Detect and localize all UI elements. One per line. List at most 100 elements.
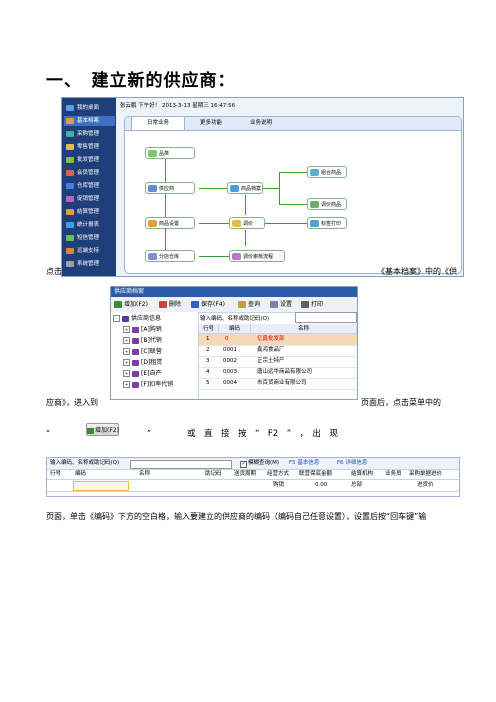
- menu-icon: [66, 208, 74, 215]
- para3-middle: 或 直 接 按 “ F2 ” ， 出 现: [187, 429, 338, 439]
- para4: 页面，单击《编码》下方的空白格，输入要建立的供应商的编码（编码自己任意设置），设…: [46, 512, 427, 521]
- sidebar-item-label: 我的桌面: [77, 105, 100, 111]
- sidebar-item[interactable]: 零售管理: [64, 142, 115, 152]
- sidebar-item[interactable]: 统计报表: [64, 220, 115, 230]
- sidebar-item-label: 采购管理: [77, 131, 100, 137]
- col-header: 行号: [199, 324, 219, 334]
- tab-help[interactable]: 业务说明: [237, 117, 285, 130]
- sidebar-item[interactable]: 我的桌面: [64, 103, 115, 113]
- node-supplier[interactable]: 供应商: [145, 182, 195, 194]
- save-icon: [191, 301, 199, 308]
- fuzzy-label: 模糊查询(M): [248, 460, 280, 466]
- sidebar-item[interactable]: 基本档案: [64, 116, 115, 126]
- open-quote: “: [46, 429, 51, 438]
- close-quote: ”: [147, 429, 152, 438]
- section-heading: 一、 建立新的供应商：: [46, 71, 236, 91]
- col-header: 送货周期: [234, 471, 257, 477]
- menu-icon: [66, 182, 74, 189]
- col-header: 编码: [75, 471, 87, 477]
- sidebar-item[interactable]: 会员管理: [64, 168, 115, 178]
- sidebar-item-label: 会员管理: [77, 170, 100, 176]
- para2-before: 应商》，进入到: [46, 398, 98, 407]
- flow-line: [165, 157, 166, 257]
- toolbar: 增加(F2) 删除 保存(F4) 查询 设置 打印: [111, 297, 357, 313]
- menu-icon: [66, 130, 74, 137]
- delete-button[interactable]: 删除: [159, 299, 181, 310]
- sidebar-item-label: 批发管理: [77, 157, 100, 163]
- sidebar-item[interactable]: 采购管理: [64, 129, 115, 139]
- flow-line: [199, 188, 227, 189]
- add-icon: [87, 427, 94, 434]
- new-row: 购销 0.00 总部 进货价: [47, 479, 459, 492]
- sidebar-item-label: 系统管理: [77, 261, 100, 267]
- sidebar-item[interactable]: 短信管理: [64, 233, 115, 243]
- col-header: 业务员: [385, 471, 402, 477]
- tree-item[interactable]: + [D]租赁: [123, 358, 162, 368]
- add-button[interactable]: 增加(F2): [114, 299, 148, 310]
- flow-line: [199, 256, 229, 257]
- supplier-file-screenshot: 供应商档案 增加(F2) 删除 保存(F4) 查询 设置 打印 - 供应商信息 +…: [110, 286, 358, 400]
- settings-button[interactable]: 设置: [270, 299, 292, 310]
- purchase-price: 进货价: [417, 482, 434, 488]
- search-label: 输入编码、名称或助记码(Q): [200, 316, 270, 322]
- main-sidebar: 我的桌面基本档案采购管理零售管理批发管理会员管理仓库管理促销管理结算管理统计报表…: [62, 98, 116, 276]
- node-branch-warehouse[interactable]: 分店仓库: [145, 250, 195, 262]
- code-input[interactable]: [73, 481, 129, 491]
- node-adjusted-products[interactable]: 调价商品: [307, 198, 347, 210]
- col-header: 行号: [50, 471, 62, 477]
- supplier-tree: - 供应商信息 + [A]购销 + [B]代销 + [C]联营 + [D]租赁 + [E]自…: [111, 312, 199, 399]
- fuzzy-checkbox[interactable]: ✓: [240, 461, 247, 468]
- tab-daily[interactable]: 日常业务: [131, 117, 185, 130]
- col-header: 名称: [251, 324, 357, 334]
- sidebar-item-label: 促销管理: [77, 196, 100, 202]
- tab-more[interactable]: 更多功能: [187, 117, 235, 130]
- sidebar-item-label: 零售管理: [77, 144, 100, 150]
- print-button[interactable]: 打印: [301, 299, 323, 310]
- node-category[interactable]: 品类: [145, 147, 195, 159]
- workflow-panel: 日常业务 更多功能 业务说明 品类 供应商 商品档案 组合商品 商品设置 调价 …: [124, 116, 462, 274]
- tree-item[interactable]: + [A]购销: [123, 325, 162, 335]
- node-product-file[interactable]: 商品档案: [227, 182, 263, 194]
- node-label-print[interactable]: 标签打印: [307, 217, 347, 229]
- tree-item[interactable]: + [C]联营: [123, 347, 162, 357]
- node-price-adjust[interactable]: 调价: [229, 217, 265, 229]
- menu-icon: [66, 195, 74, 202]
- sidebar-item[interactable]: 远端支持: [64, 246, 115, 256]
- flow-line: [279, 172, 307, 173]
- node-combo-product[interactable]: 组合商品: [307, 166, 347, 178]
- node-approval-flow[interactable]: 调价审核流程: [229, 250, 285, 262]
- col-header: 联营保底金额: [299, 471, 333, 477]
- col-header: 采购单据进价: [409, 471, 443, 477]
- sidebar-item[interactable]: 结算管理: [64, 207, 115, 217]
- sidebar-item-label: 基本档案: [77, 118, 100, 124]
- query-button[interactable]: 查询: [238, 299, 260, 310]
- node-product-settings[interactable]: 商品设置: [145, 217, 195, 229]
- tree-root[interactable]: - 供应商信息: [113, 314, 161, 324]
- sidebar-item[interactable]: 系统管理: [64, 259, 115, 269]
- business-mode: 购销: [273, 482, 285, 488]
- sidebar-item-label: 短信管理: [77, 235, 100, 241]
- col-header: 助记码: [205, 471, 222, 477]
- flow-line: [279, 172, 280, 204]
- detail-info-tab[interactable]: F6 详细信息: [337, 458, 367, 469]
- search-input[interactable]: [295, 312, 357, 323]
- sidebar-item[interactable]: 批发管理: [64, 155, 115, 165]
- menu-icon: [66, 143, 74, 150]
- flow-line: [279, 204, 307, 205]
- search-input[interactable]: [130, 460, 232, 469]
- home-screenshot: 我的桌面基本档案采购管理零售管理批发管理会员管理仓库管理促销管理结算管理统计报表…: [61, 97, 464, 277]
- sidebar-item[interactable]: 仓库管理: [64, 181, 115, 191]
- sidebar-item-label: 结算管理: [77, 209, 100, 215]
- tree-item[interactable]: + [F]扣率代销: [123, 380, 173, 390]
- add-button-image: 增加(F2): [86, 423, 119, 436]
- flow-line: [265, 223, 309, 224]
- add-icon: [114, 301, 122, 308]
- save-button[interactable]: 保存(F4): [191, 299, 225, 310]
- tree-item[interactable]: + [E]自产: [123, 369, 161, 379]
- tree-item[interactable]: + [B]代销: [123, 336, 162, 346]
- sidebar-item-label: 仓库管理: [77, 183, 100, 189]
- sidebar-item[interactable]: 促销管理: [64, 194, 115, 204]
- table-row[interactable]: 5 0004 市百货商业有限公司: [199, 378, 357, 390]
- menu-icon: [66, 169, 74, 176]
- basic-info-tab[interactable]: F5 基本信息: [289, 458, 319, 469]
